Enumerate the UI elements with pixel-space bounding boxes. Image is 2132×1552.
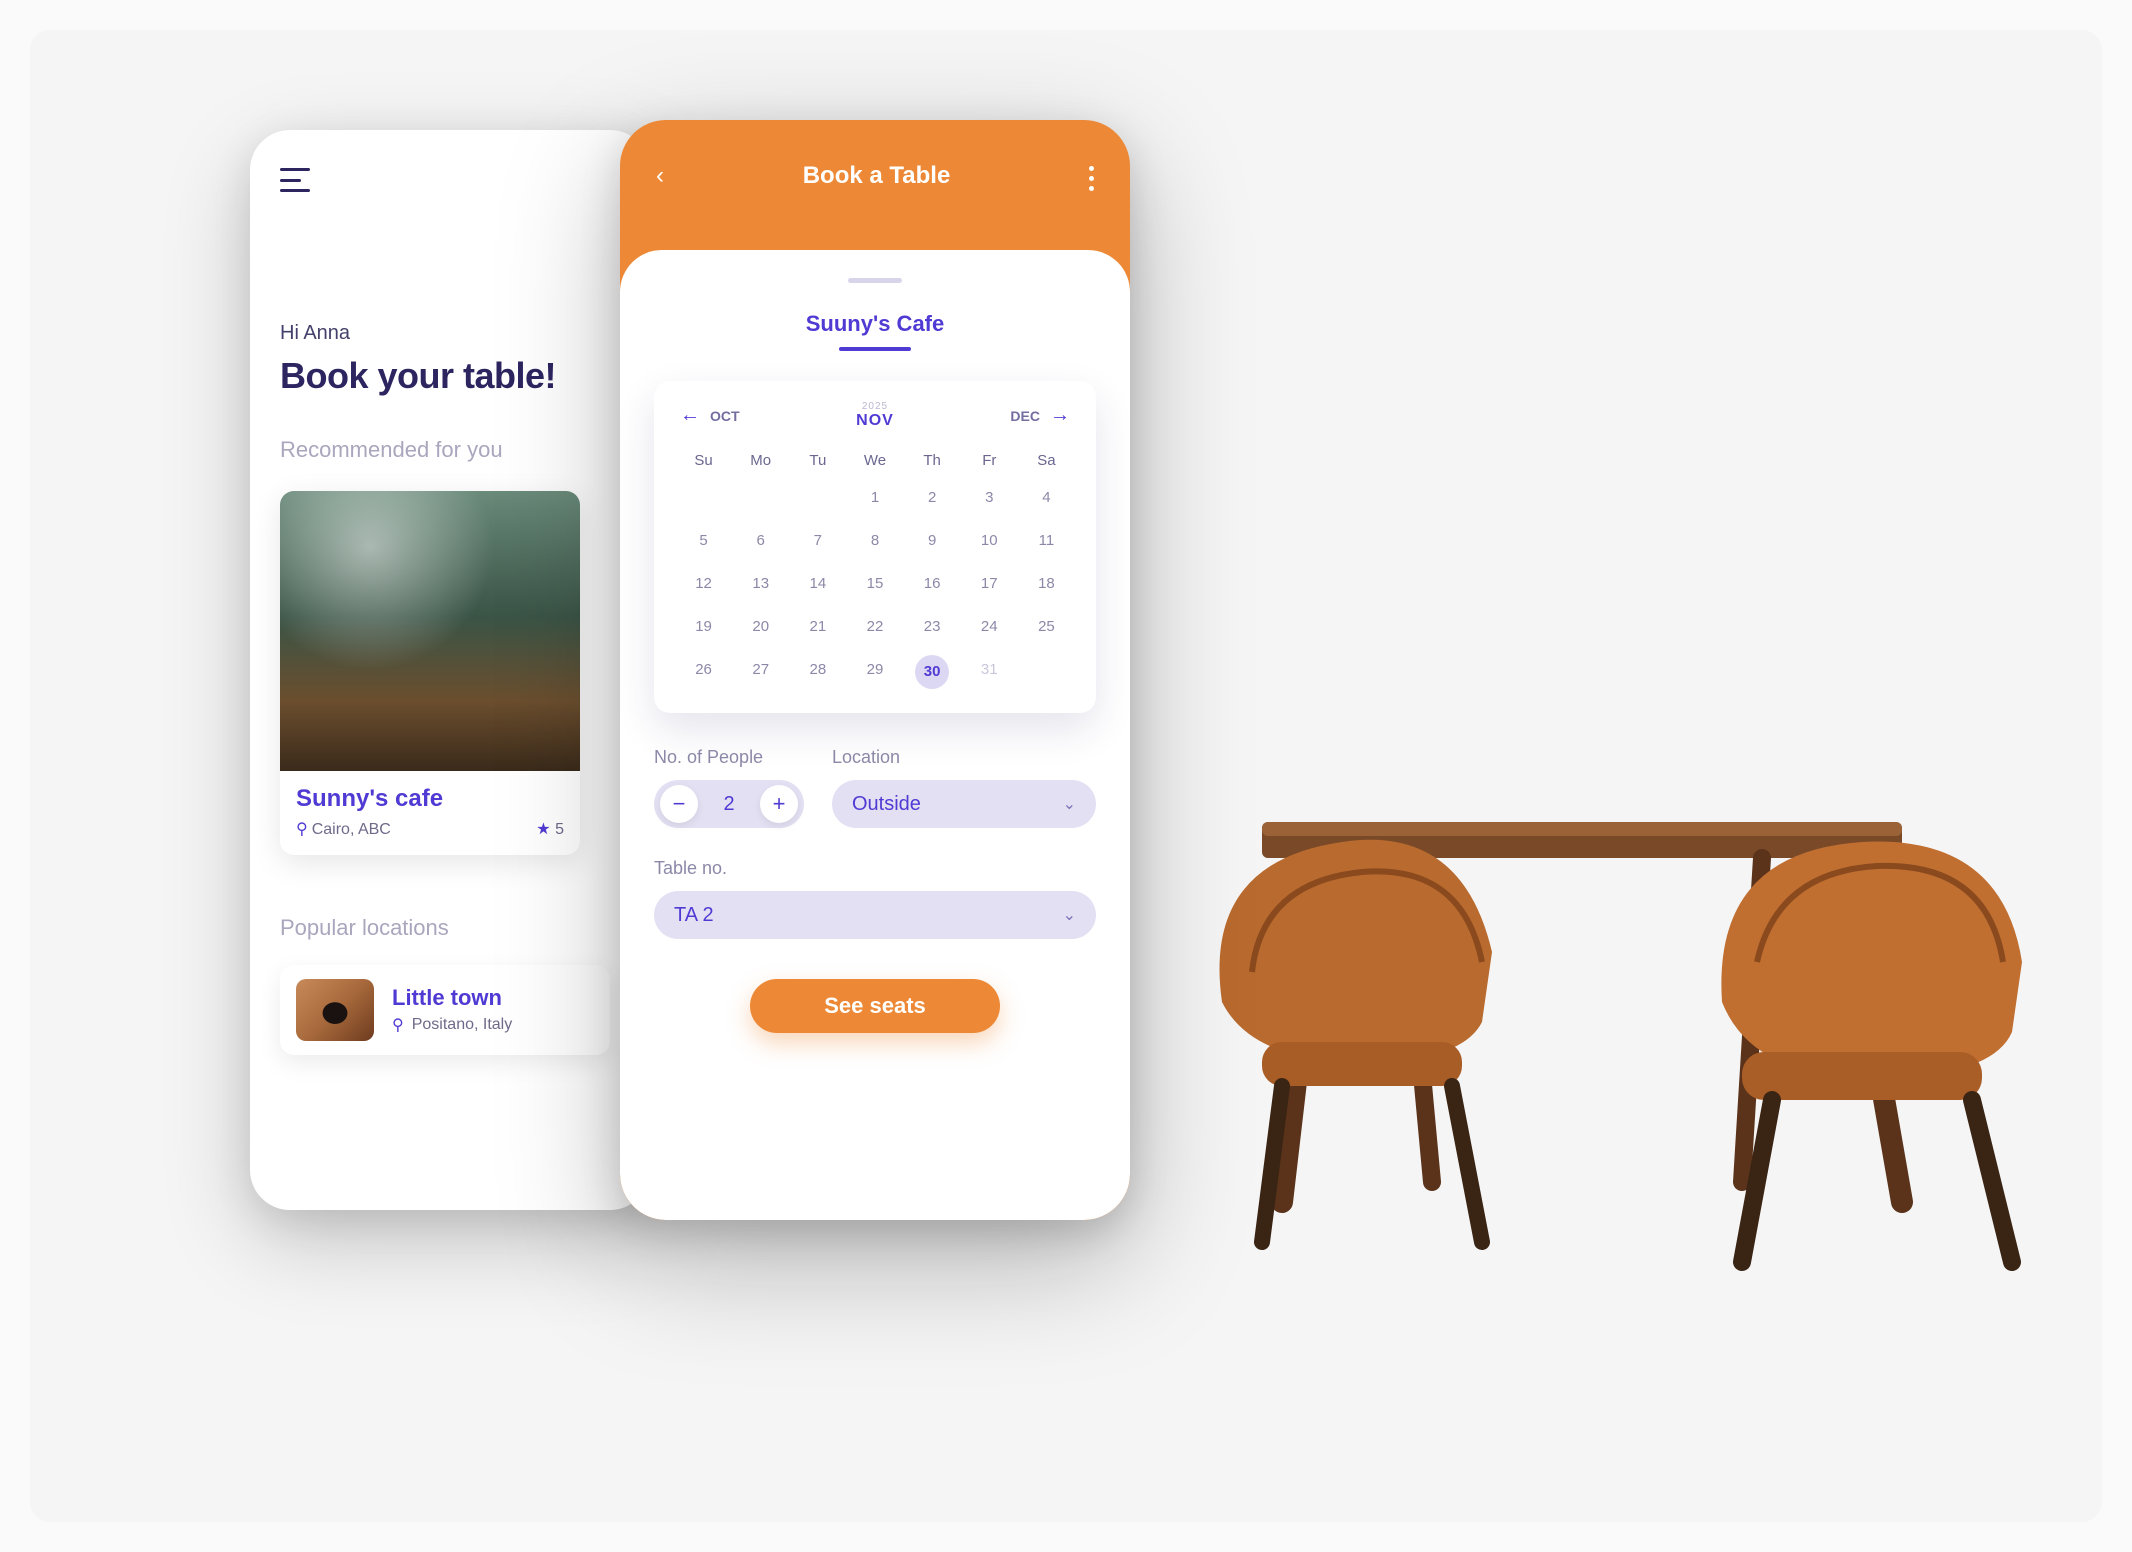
calendar-year: 2025 xyxy=(856,401,894,412)
calendar-dow: Su xyxy=(680,452,727,469)
topbar: ‹ Book a Table xyxy=(620,120,1130,260)
arrow-left-icon: ← xyxy=(680,404,700,427)
calendar-day[interactable]: 5 xyxy=(680,526,727,555)
calendar-day[interactable]: 29 xyxy=(851,655,898,689)
phone-home: Hi Anna Book your table! Recommended for… xyxy=(250,130,650,1210)
popular-card[interactable]: Little town ⚲Positano, Italy xyxy=(280,965,610,1055)
calendar-day[interactable]: 16 xyxy=(909,569,956,598)
people-decrement-button[interactable]: − xyxy=(660,785,698,823)
people-stepper: − 2 + xyxy=(654,780,804,828)
calendar-day[interactable]: 13 xyxy=(737,569,784,598)
popular-label: Popular locations xyxy=(280,915,620,941)
next-month-button[interactable]: DEC → xyxy=(1010,404,1070,427)
topbar-title: Book a Table xyxy=(803,162,951,190)
menu-icon[interactable] xyxy=(280,168,310,192)
table-select[interactable]: TA 2 ⌄ xyxy=(654,891,1096,939)
calendar-dow: Th xyxy=(909,452,956,469)
arrow-right-icon: → xyxy=(1050,404,1070,427)
current-month: 2025 NOV xyxy=(856,401,894,430)
popular-location: ⚲Positano, Italy xyxy=(392,1015,512,1035)
drag-handle[interactable] xyxy=(848,278,902,283)
back-icon[interactable]: ‹ xyxy=(656,162,664,190)
calendar-dow: Mo xyxy=(737,452,784,469)
calendar-day[interactable]: 11 xyxy=(1023,526,1070,555)
location-value: Outside xyxy=(852,793,921,816)
calendar-day[interactable]: 18 xyxy=(1023,569,1070,598)
people-label: No. of People xyxy=(654,747,804,768)
calendar-day[interactable]: 3 xyxy=(966,483,1013,512)
calendar-day[interactable]: 21 xyxy=(794,612,841,641)
calendar-day[interactable]: 19 xyxy=(680,612,727,641)
popular-title: Little town xyxy=(392,985,512,1011)
calendar-day[interactable]: 15 xyxy=(851,569,898,598)
calendar-day[interactable]: 30 xyxy=(915,655,949,689)
calendar-day xyxy=(680,483,727,512)
page-title: Book your table! xyxy=(280,355,620,397)
calendar-day[interactable]: 20 xyxy=(737,612,784,641)
cafe-underline xyxy=(839,347,911,351)
calendar-dow: Tu xyxy=(794,452,841,469)
pin-icon: ⚲ xyxy=(296,821,308,838)
calendar-dow: Sa xyxy=(1023,452,1070,469)
calendar-day[interactable]: 6 xyxy=(737,526,784,555)
booking-sheet: Suuny's Cafe ← OCT 2025 NOV DEC → xyxy=(620,250,1130,1220)
calendar-day[interactable]: 7 xyxy=(794,526,841,555)
prev-month-button[interactable]: ← OCT xyxy=(680,404,740,427)
phone-booking: ‹ Book a Table Suuny's Cafe ← OCT 2025 N… xyxy=(620,120,1130,1220)
calendar-month: NOV xyxy=(856,412,894,430)
calendar-day[interactable]: 2 xyxy=(909,483,956,512)
table-label: Table no. xyxy=(654,858,1096,879)
calendar-day[interactable]: 4 xyxy=(1023,483,1070,512)
star-icon: ★ xyxy=(536,821,550,838)
see-seats-button[interactable]: See seats xyxy=(750,979,1000,1033)
calendar-day[interactable]: 25 xyxy=(1023,612,1070,641)
location-select[interactable]: Outside ⌄ xyxy=(832,780,1096,828)
calendar-day[interactable]: 9 xyxy=(909,526,956,555)
location-label: Location xyxy=(832,747,1096,768)
calendar-day[interactable]: 12 xyxy=(680,569,727,598)
chevron-down-icon: ⌄ xyxy=(1063,905,1076,925)
people-increment-button[interactable]: + xyxy=(760,785,798,823)
calendar: ← OCT 2025 NOV DEC → SuMoTuWeThFrSa 1234… xyxy=(654,381,1096,713)
cafe-name: Suuny's Cafe xyxy=(654,311,1096,337)
calendar-day[interactable]: 8 xyxy=(851,526,898,555)
calendar-day[interactable]: 31 xyxy=(966,655,1013,689)
recommended-label: Recommended for you xyxy=(280,437,620,463)
calendar-day xyxy=(1023,655,1070,689)
more-icon[interactable] xyxy=(1089,162,1094,191)
calendar-day[interactable]: 10 xyxy=(966,526,1013,555)
calendar-dow: Fr xyxy=(966,452,1013,469)
calendar-day[interactable]: 14 xyxy=(794,569,841,598)
calendar-day[interactable]: 22 xyxy=(851,612,898,641)
calendar-day[interactable]: 27 xyxy=(737,655,784,689)
calendar-day xyxy=(794,483,841,512)
prev-month-label: OCT xyxy=(710,408,740,424)
calendar-day[interactable]: 1 xyxy=(851,483,898,512)
calendar-day[interactable]: 23 xyxy=(909,612,956,641)
popular-image xyxy=(296,979,374,1041)
chevron-down-icon: ⌄ xyxy=(1063,794,1076,814)
next-month-label: DEC xyxy=(1010,408,1040,424)
recommended-image xyxy=(280,491,580,771)
recommended-card[interactable]: Sunny's cafe ⚲Cairo, ABC ★ 5 xyxy=(280,491,580,855)
recommended-rating: ★ 5 xyxy=(536,819,564,839)
calendar-grid: SuMoTuWeThFrSa 1234567891011121314151617… xyxy=(680,452,1070,689)
calendar-day xyxy=(737,483,784,512)
stage: Hi Anna Book your table! Recommended for… xyxy=(30,30,2102,1522)
scene-illustration xyxy=(1202,642,2062,1282)
greeting-text: Hi Anna xyxy=(280,322,620,345)
table-value: TA 2 xyxy=(674,904,714,927)
recommended-location: ⚲Cairo, ABC xyxy=(296,819,391,839)
people-value: 2 xyxy=(723,793,734,816)
calendar-day[interactable]: 17 xyxy=(966,569,1013,598)
calendar-day[interactable]: 28 xyxy=(794,655,841,689)
recommended-title: Sunny's cafe xyxy=(296,785,564,813)
calendar-day[interactable]: 26 xyxy=(680,655,727,689)
calendar-dow: We xyxy=(851,452,898,469)
calendar-day[interactable]: 24 xyxy=(966,612,1013,641)
pin-icon: ⚲ xyxy=(392,1015,404,1035)
